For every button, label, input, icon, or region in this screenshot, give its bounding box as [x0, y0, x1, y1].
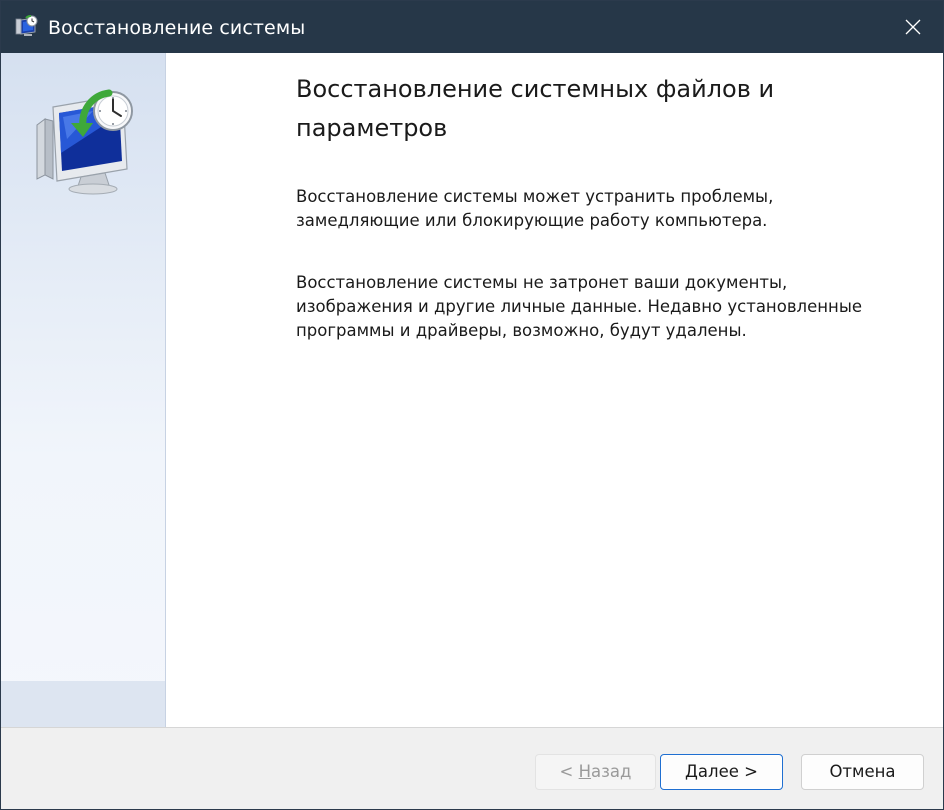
side-panel-divider — [165, 53, 166, 727]
description-paragraph-2: Восстановление системы не затронет ваши … — [296, 273, 862, 340]
close-icon — [905, 19, 921, 35]
cancel-button[interactable]: Отмена — [801, 754, 924, 790]
close-button[interactable] — [883, 1, 943, 53]
title-bar[interactable]: Восстановление системы — [1, 1, 943, 53]
back-button-accelerator: Н — [578, 762, 592, 781]
page-title: Восстановление системных файлов и параме… — [296, 75, 775, 142]
side-panel-footer — [1, 681, 166, 727]
system-restore-monitor-clock-icon — [31, 83, 143, 195]
window-title: Восстановление системы — [48, 17, 306, 39]
back-button[interactable]: < Назад — [535, 754, 656, 790]
description-paragraph-1: Восстановление системы может устранить п… — [296, 187, 774, 230]
button-bar: < Назад Далее > Отмена — [1, 727, 943, 809]
back-button-prefix: < — [559, 762, 579, 781]
wizard-content: Восстановление системных файлов и параме… — [1, 53, 943, 727]
back-button-label: азад — [591, 762, 632, 781]
next-button[interactable]: Далее > — [660, 754, 783, 790]
system-restore-icon — [14, 14, 40, 40]
system-restore-window: Восстановление системы Восстановление си… — [0, 0, 944, 810]
